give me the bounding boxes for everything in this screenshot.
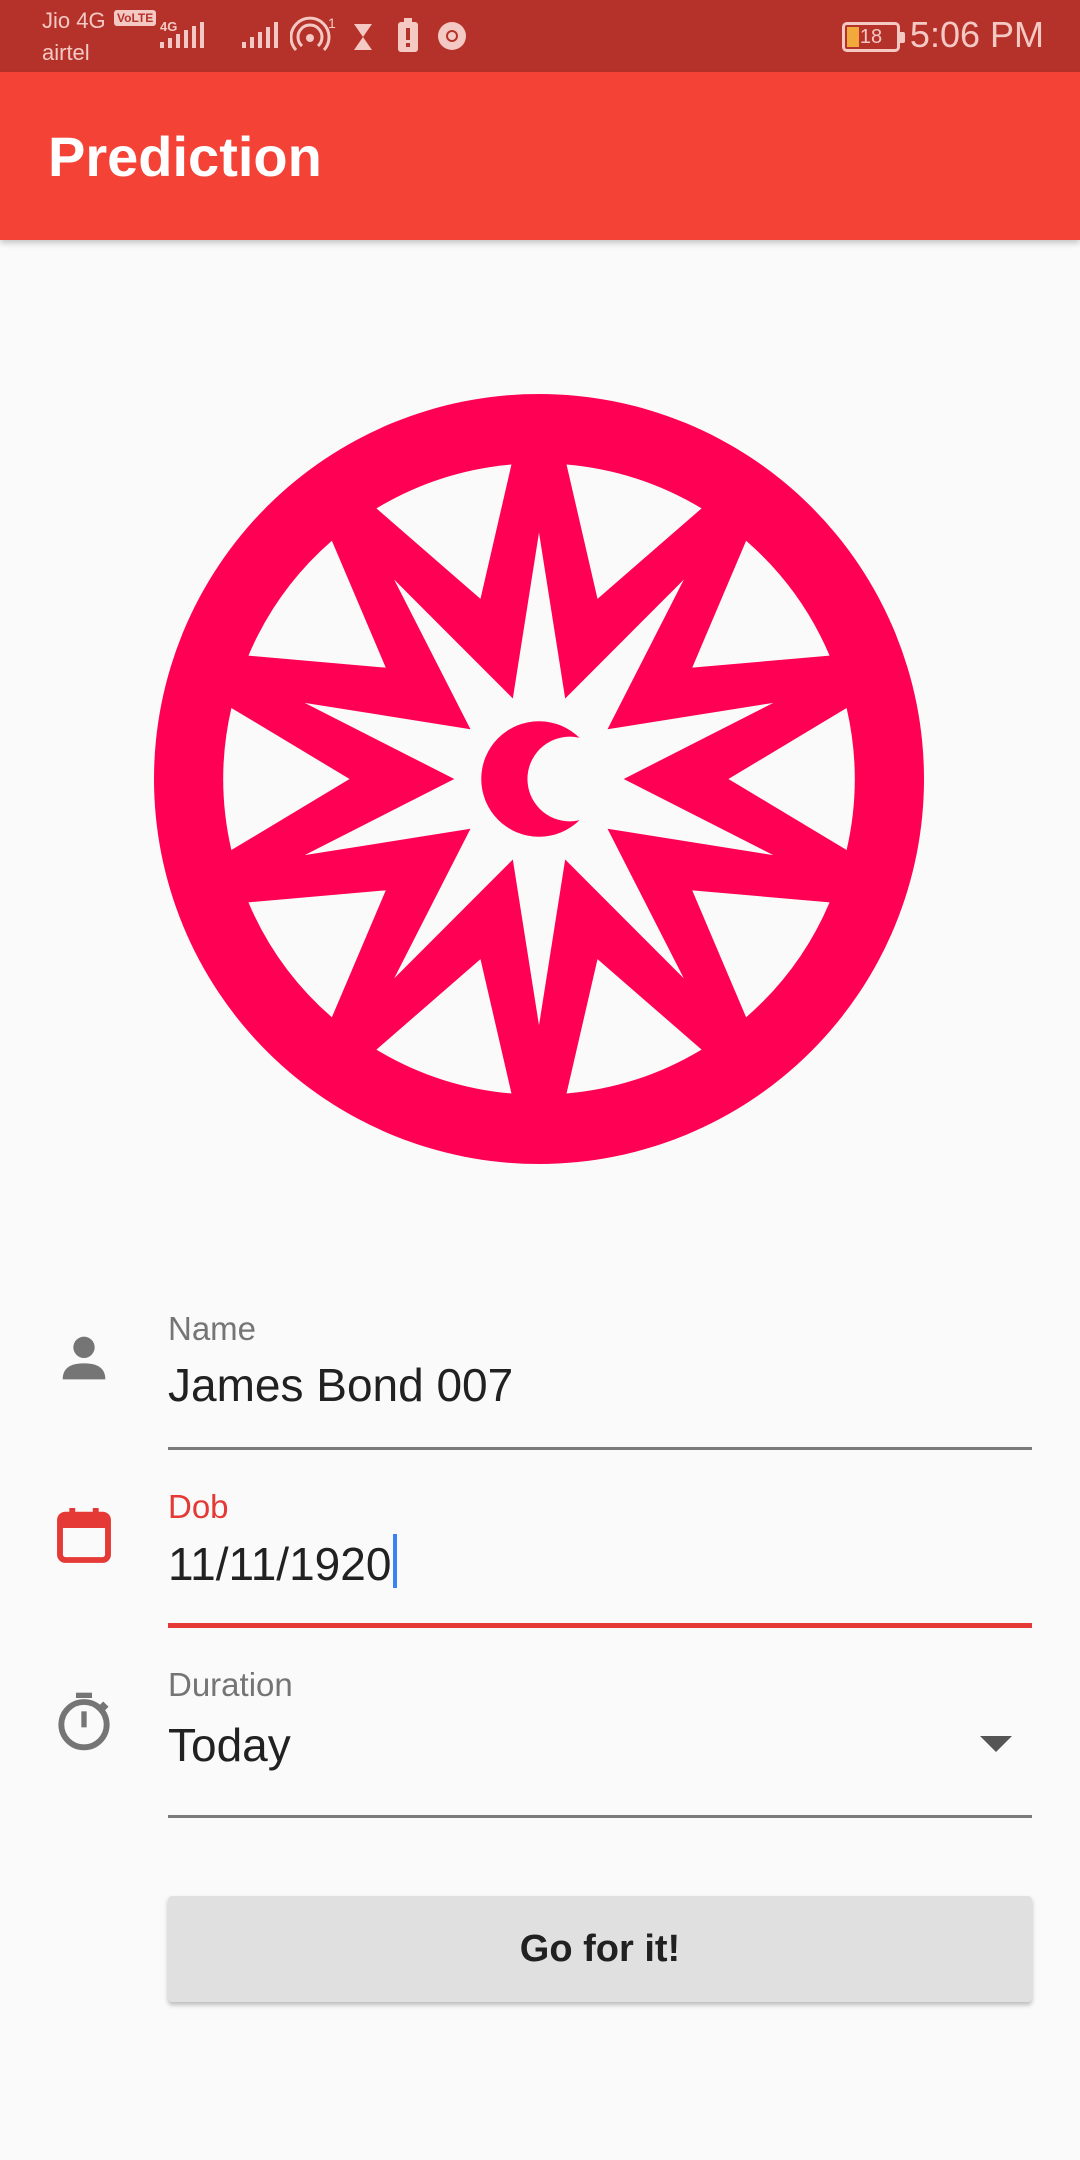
chrome-icon: [438, 22, 466, 50]
calendar-icon: [57, 1508, 111, 1563]
duration-select[interactable]: Today: [168, 1718, 291, 1772]
carrier-2-label: airtel: [42, 40, 90, 65]
dob-value: 11/11/1920: [168, 1538, 392, 1590]
hourglass-icon: [354, 24, 372, 50]
clock: 5:06 PM: [909, 14, 1044, 55]
dob-label: Dob: [168, 1488, 229, 1525]
dob-input[interactable]: 11/11/1920: [168, 1534, 398, 1591]
signal-icon: [242, 22, 278, 48]
dropdown-arrow-icon[interactable]: [980, 1736, 1012, 1752]
carrier-1-label: Jio 4G: [42, 8, 106, 33]
hotspot-icon: 1: [290, 16, 336, 52]
battery-icon: 18: [842, 22, 905, 52]
app-bar: Prediction: [0, 72, 1080, 240]
star-moon-logo: [154, 394, 924, 1164]
volte-badge: VoLTE: [114, 10, 157, 26]
battery-level: 18: [859, 26, 883, 48]
name-label: Name: [168, 1310, 257, 1347]
person-icon: [62, 1336, 106, 1380]
go-for-it-button[interactable]: Go for it!: [168, 1896, 1032, 2002]
name-input[interactable]: James Bond 007: [168, 1358, 513, 1412]
page-title: Prediction: [48, 125, 322, 188]
timer-icon: [58, 1692, 110, 1751]
status-bar: Jio 4G VoLTE airtel 4G 1 18 5:06 PM: [0, 0, 1080, 72]
name-underline: [168, 1447, 1032, 1450]
duration-underline: [168, 1815, 1032, 1818]
network-4g-text: 4G: [160, 19, 177, 34]
battery-alert-icon: [398, 18, 418, 52]
dob-underline: [168, 1623, 1032, 1628]
duration-label: Duration: [168, 1666, 293, 1703]
signal-4g-icon: 4G: [160, 19, 204, 48]
text-cursor: [393, 1534, 398, 1588]
hotspot-count-text: 1: [328, 16, 336, 31]
